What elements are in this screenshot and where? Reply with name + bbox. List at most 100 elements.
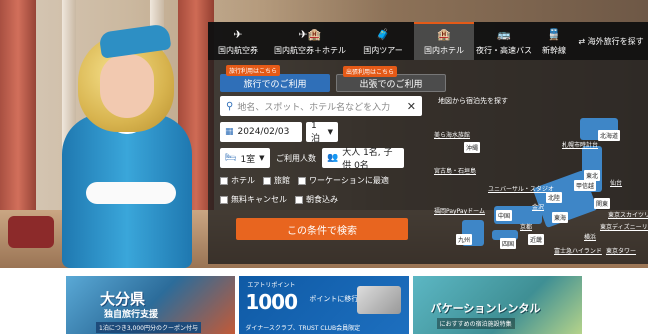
chevron-down-icon: ▼ <box>327 128 333 136</box>
filter-label: ホテル <box>231 176 255 185</box>
guests-value: 大人 1名, 子供 0名 <box>342 148 393 171</box>
spot-disney[interactable]: 東京ディズニーリゾート <box>600 222 648 231</box>
points-top: エアトリポイント <box>247 282 296 289</box>
clear-icon[interactable]: ✕ <box>407 100 416 113</box>
destination-search-input[interactable]: ⚲ 地名、スポット、ホテル名などを入力 ✕ <box>220 96 422 116</box>
tab-label: 国内ホテル <box>424 46 464 55</box>
vacation-rental-banner[interactable]: バケーションレンタル におすすめの宿泊施設特集 <box>412 276 582 334</box>
spot-kanazawa[interactable]: 金沢 <box>532 202 544 211</box>
model-photo <box>42 10 202 268</box>
region-hokkaido[interactable]: 北海道 <box>598 130 621 141</box>
region-hokuriku[interactable]: 北陸 <box>546 192 563 203</box>
plane-icon: ✈ <box>233 28 243 41</box>
oita-banner[interactable]: 大分県 独自旅行支援 1泊につき3,000円分のクーポン付与 <box>66 276 236 334</box>
checkin-date-value: 2024/02/03 <box>237 127 290 137</box>
people-icon: 👥 <box>327 153 339 163</box>
rental-subtitle: におすすめの宿泊施設特集 <box>436 318 515 329</box>
filter-breakfast-checkbox[interactable]: 朝食込み <box>295 194 338 205</box>
tab-domestic-hotels[interactable]: 🏨 国内ホテル <box>414 22 474 60</box>
spot-yokohama[interactable]: 横浜 <box>584 232 596 241</box>
region-koshinetsu[interactable]: 甲信越 <box>574 180 597 191</box>
spot-paypay-dome[interactable]: 福岡PayPayドーム <box>434 206 485 215</box>
nights-select[interactable]: 1泊 ▼ <box>306 120 338 144</box>
gloves <box>86 182 176 204</box>
search-submit-button[interactable]: この条件で検索 <box>236 218 408 240</box>
filter-label: ワーケーションに最適 <box>309 176 389 185</box>
region-tokai[interactable]: 東海 <box>552 212 569 223</box>
train-icon: 🚆 <box>547 28 561 41</box>
region-kanto[interactable]: 関東 <box>594 198 611 209</box>
checkbox-box <box>295 195 303 204</box>
spot-kyoto[interactable]: 京都 <box>520 222 532 231</box>
hotel-icon: 🏨 <box>437 28 451 41</box>
spot-sendai[interactable]: 仙台 <box>610 178 622 187</box>
checkbox-box <box>220 176 228 185</box>
filter-label: 旅館 <box>274 176 290 185</box>
spot-skytree[interactable]: 東京スカイツリー <box>608 210 648 219</box>
rental-title: バケーションレンタル <box>430 302 541 315</box>
region-shikoku[interactable]: 四国 <box>500 238 517 249</box>
spot-sapporo-clock[interactable]: 札幌市時計台 <box>562 140 598 149</box>
spot-miyako-ishigaki[interactable]: 宮古島・石垣島 <box>434 166 476 175</box>
bed-icon: 🛏 <box>225 153 237 163</box>
business-label: 出張でのご利用 <box>359 79 423 90</box>
spot-fujikyu[interactable]: 富士急ハイランド <box>554 246 602 255</box>
guests-field[interactable]: 👥 大人 1名, 子供 0名 <box>322 148 404 171</box>
rooms-select[interactable]: 🛏 1室 ▼ <box>220 148 270 168</box>
tab-flights-hotel[interactable]: ✈🏨 国内航空券＋ホテル <box>268 22 352 60</box>
search-placeholder: 地名、スポット、ホテル名などを入力 <box>237 102 391 113</box>
checkbox-box <box>263 176 271 185</box>
points-banner[interactable]: エアトリポイント 1000 ポイントに移行できます ダイナースクラブ、TRUST… <box>239 276 409 334</box>
spot-usj[interactable]: ユニバーサル・スタジオ <box>488 184 554 193</box>
leisure-tag: 旅行利用はこちら <box>226 65 281 76</box>
business-mode-button[interactable]: 出張利用はこちら 出張でのご利用 <box>336 66 446 92</box>
guests-label: ご利用人数 <box>276 153 316 163</box>
tab-label: 新幹線 <box>542 46 566 55</box>
face <box>100 54 154 118</box>
credit-card-icon <box>357 286 402 314</box>
spot-tokyo-tower[interactable]: 東京タワー <box>606 246 636 255</box>
region-okinawa[interactable]: 沖縄 <box>464 142 481 153</box>
category-tabs: ✈ 国内航空券 ✈🏨 国内航空券＋ホテル 🧳 国内ツアー 🏨 国内ホテル 🚌 夜… <box>208 22 648 60</box>
tab-domestic-tours[interactable]: 🧳 国内ツアー <box>352 22 414 60</box>
region-kyushu[interactable]: 九州 <box>456 234 473 245</box>
checkbox-box <box>220 195 228 204</box>
tab-label: 国内航空券＋ホテル <box>274 46 346 55</box>
overseas-link[interactable]: ⇄ 海外旅行を探す <box>574 22 648 60</box>
filter-workation-checkbox[interactable]: ワーケーションに最適 <box>298 175 389 186</box>
plane-hotel-icon: ✈🏨 <box>298 28 322 41</box>
promo-banners: 大分県 独自旅行支援 1泊につき3,000円分のクーポン付与 エアトリポイント … <box>66 276 582 334</box>
region-kinki[interactable]: 近畿 <box>528 234 545 245</box>
oita-note: 1泊につき3,000円分のクーポン付与 <box>96 322 201 333</box>
filter-ryokan-checkbox[interactable]: 旅館 <box>263 175 290 186</box>
search-panel: ✈ 国内航空券 ✈🏨 国内航空券＋ホテル 🧳 国内ツアー 🏨 国内ホテル 🚌 夜… <box>208 22 648 264</box>
calendar-icon: ▦ <box>225 127 234 137</box>
oita-title: 大分県 <box>100 290 146 308</box>
points-bottom: ダイナースクラブ、TRUST CLUB会員限定 <box>245 325 361 332</box>
filter-row-1: ホテル 旅館 ワーケーションに最適 <box>220 175 389 186</box>
leisure-mode-button[interactable]: 旅行利用はこちら 旅行でのご利用 <box>220 65 330 92</box>
bus-icon: 🚌 <box>497 28 511 41</box>
usage-mode-toggle: 旅行利用はこちら 旅行でのご利用 出張利用はこちら 出張でのご利用 <box>220 65 446 92</box>
checkbox-box <box>298 176 306 185</box>
filter-hotel-checkbox[interactable]: ホテル <box>220 175 255 186</box>
japan-map: 北海道 東北 北陸 関東 甲信越 東海 近畿 中国 四国 九州 沖縄 美ら海水族… <box>434 106 648 260</box>
rooms-value: 1室 <box>240 154 256 165</box>
nights-value: 1泊 <box>311 120 321 144</box>
suitcase-icon: 🧳 <box>376 28 390 41</box>
oita-subtitle: 独自旅行支援 <box>104 310 159 320</box>
tab-label: 夜行・高速バス <box>476 46 532 55</box>
tab-label: 国内ツアー <box>363 46 403 55</box>
region-chugoku[interactable]: 中国 <box>496 210 513 221</box>
business-tag: 出張利用はこちら <box>343 66 398 77</box>
location-pin-icon: ⚲ <box>226 100 234 112</box>
filter-label: 朝食込み <box>306 195 338 204</box>
checkin-date-field[interactable]: ▦ 2024/02/03 <box>220 122 302 142</box>
filter-label: 無料キャンセル <box>231 195 287 204</box>
filter-free-cancel-checkbox[interactable]: 無料キャンセル <box>220 194 287 205</box>
guests-row: 🛏 1室 ▼ ご利用人数 👥 大人 1名, 子供 0名 <box>220 148 404 171</box>
tab-domestic-flights[interactable]: ✈ 国内航空券 <box>208 22 268 60</box>
spot-churaumi[interactable]: 美ら海水族館 <box>434 130 470 139</box>
tab-highway-bus[interactable]: 🚌 夜行・高速バス <box>474 22 534 60</box>
tab-shinkansen[interactable]: 🚆 新幹線 <box>534 22 574 60</box>
